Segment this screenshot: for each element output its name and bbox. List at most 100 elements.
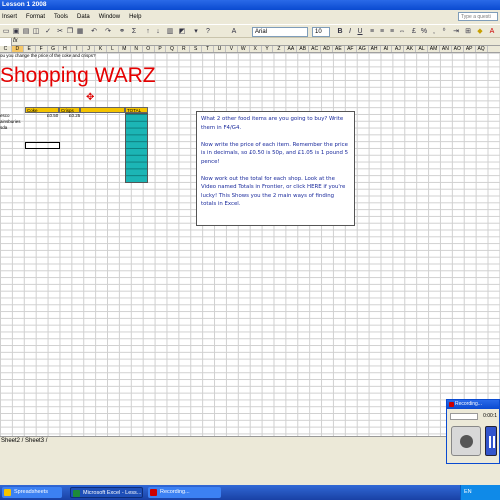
column-header[interactable]: X bbox=[250, 46, 262, 52]
column-header[interactable]: W bbox=[238, 46, 250, 52]
align-left-icon[interactable]: ≡ bbox=[368, 28, 376, 36]
menu-tools[interactable]: Tools bbox=[54, 14, 68, 20]
column-header[interactable]: C bbox=[0, 46, 12, 52]
align-center-icon[interactable]: ≡ bbox=[378, 28, 386, 36]
question-box[interactable]: Type a questi bbox=[458, 12, 498, 21]
taskbar-recording[interactable]: Recording... bbox=[148, 487, 221, 498]
merge-icon[interactable]: ⇔ bbox=[398, 28, 406, 36]
column-header[interactable]: J bbox=[83, 46, 96, 52]
italic-icon[interactable]: I bbox=[346, 28, 354, 36]
indent-icon[interactable]: ⇥ bbox=[452, 28, 460, 36]
fill-color-icon[interactable]: ◆ bbox=[476, 28, 484, 36]
column-header[interactable]: AH bbox=[369, 46, 381, 52]
column-header[interactable]: AP bbox=[464, 46, 476, 52]
spreadsheet-grid[interactable] bbox=[0, 46, 500, 436]
column-header[interactable]: F bbox=[36, 46, 48, 52]
sort-desc-icon[interactable]: ↓ bbox=[154, 28, 162, 36]
sort-asc-icon[interactable]: ↑ bbox=[144, 28, 152, 36]
percent-icon[interactable]: % bbox=[420, 28, 428, 36]
open-icon[interactable]: ▭ bbox=[2, 28, 10, 36]
preview-icon[interactable]: ◫ bbox=[32, 28, 40, 36]
column-header[interactable]: G bbox=[48, 46, 60, 52]
column-header[interactable]: AQ bbox=[476, 46, 488, 52]
menu-data[interactable]: Data bbox=[77, 14, 90, 20]
instructions-textbox[interactable]: What 2 other food items are you going to… bbox=[196, 111, 355, 226]
stop-button[interactable] bbox=[451, 426, 481, 456]
column-header[interactable]: AC bbox=[309, 46, 322, 52]
spelling-icon[interactable]: ✓ bbox=[44, 28, 52, 36]
borders-icon[interactable]: ⊞ bbox=[464, 28, 472, 36]
copy-icon[interactable]: ❐ bbox=[66, 28, 74, 36]
column-header[interactable]: AD bbox=[321, 46, 333, 52]
column-header[interactable]: U bbox=[214, 46, 226, 52]
zoom-icon[interactable]: ▾ bbox=[192, 28, 200, 36]
column-header[interactable]: AE bbox=[333, 46, 345, 52]
recording-dropdown[interactable] bbox=[450, 413, 478, 420]
column-header[interactable]: N bbox=[131, 46, 143, 52]
language-indicator[interactable]: EN bbox=[464, 489, 472, 495]
align-right-icon[interactable]: ≡ bbox=[388, 28, 396, 36]
pause-button[interactable] bbox=[485, 426, 497, 456]
row-label-tesco[interactable]: esco bbox=[0, 113, 10, 118]
column-header[interactable]: E bbox=[24, 46, 36, 52]
decimal-icon[interactable]: ⁰ bbox=[440, 28, 448, 36]
column-header[interactable]: AI bbox=[381, 46, 393, 52]
print-icon[interactable]: ▤ bbox=[22, 28, 30, 36]
taskbar-excel[interactable]: Microsoft Excel - Less... bbox=[70, 487, 143, 498]
save-icon[interactable]: ▣ bbox=[12, 28, 20, 36]
column-header[interactable]: AJ bbox=[392, 46, 405, 52]
menu-format[interactable]: Format bbox=[26, 14, 45, 20]
row-label-asda[interactable]: sda bbox=[0, 125, 7, 130]
column-header[interactable]: AL bbox=[416, 46, 429, 52]
column-header[interactable]: Q bbox=[166, 46, 179, 52]
price-crisps-tesco[interactable]: £0.25 bbox=[69, 113, 80, 118]
blank-header[interactable] bbox=[80, 107, 125, 113]
font-size-box[interactable]: 10 bbox=[312, 27, 330, 37]
taskbar-spreadsheets[interactable]: Spreadsheets bbox=[2, 487, 62, 498]
column-header[interactable]: T bbox=[202, 46, 215, 52]
column-header[interactable]: AF bbox=[345, 46, 357, 52]
paste-icon[interactable]: ▦ bbox=[76, 28, 84, 36]
column-header[interactable]: AM bbox=[428, 46, 440, 52]
row-label-sainsburies[interactable]: ainsburies bbox=[0, 119, 21, 124]
column-header[interactable]: AO bbox=[452, 46, 464, 52]
drawing-icon[interactable]: ◩ bbox=[178, 28, 186, 36]
styles-icon[interactable]: A bbox=[230, 28, 238, 36]
menu-window[interactable]: Window bbox=[99, 14, 120, 20]
menu-help[interactable]: Help bbox=[129, 14, 141, 20]
chart-icon[interactable]: ▥ bbox=[166, 28, 174, 36]
font-color-icon[interactable]: A bbox=[488, 28, 496, 36]
underline-icon[interactable]: U bbox=[356, 28, 364, 36]
column-header[interactable]: R bbox=[178, 46, 191, 52]
hyperlink-icon[interactable]: ⚭ bbox=[118, 28, 126, 36]
bold-icon[interactable]: B bbox=[336, 28, 344, 36]
currency-icon[interactable]: £ bbox=[410, 28, 418, 36]
column-header[interactable]: L bbox=[107, 46, 119, 52]
comma-icon[interactable]: , bbox=[430, 28, 438, 36]
font-name-box[interactable]: Arial bbox=[252, 27, 308, 37]
column-header[interactable]: AK bbox=[404, 46, 417, 52]
sheet-tab-list[interactable]: Sheet2 / Sheet3 / bbox=[1, 438, 47, 444]
fx-icon[interactable]: fx bbox=[13, 38, 18, 44]
column-header[interactable]: Z bbox=[273, 46, 286, 52]
selected-cell[interactable] bbox=[25, 142, 60, 149]
column-header[interactable]: Y bbox=[262, 46, 274, 52]
cut-icon[interactable]: ✂ bbox=[56, 28, 64, 36]
column-header[interactable]: M bbox=[119, 46, 131, 52]
column-header[interactable]: H bbox=[59, 46, 72, 52]
column-header[interactable]: AG bbox=[357, 46, 369, 52]
total-column[interactable] bbox=[125, 113, 148, 183]
column-header[interactable]: AB bbox=[297, 46, 310, 52]
help-icon[interactable]: ? bbox=[204, 28, 212, 36]
column-header[interactable]: P bbox=[155, 46, 167, 52]
menu-insert[interactable]: Insert bbox=[2, 14, 17, 20]
column-header[interactable]: AA bbox=[285, 46, 298, 52]
column-header[interactable]: O bbox=[143, 46, 155, 52]
autosum-icon[interactable]: Σ bbox=[130, 28, 138, 36]
column-header[interactable]: AN bbox=[440, 46, 452, 52]
column-header[interactable]: S bbox=[190, 46, 203, 52]
redo-icon[interactable]: ↷ bbox=[104, 28, 112, 36]
column-header[interactable]: K bbox=[95, 46, 108, 52]
name-box[interactable] bbox=[0, 38, 12, 46]
column-header[interactable]: I bbox=[71, 46, 84, 52]
